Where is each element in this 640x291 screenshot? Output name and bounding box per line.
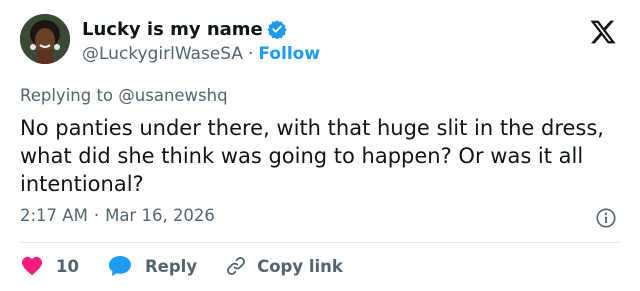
like-count: 10	[56, 256, 79, 276]
author-handle-row: @LuckygirlWaseSA · Follow	[82, 43, 320, 65]
reply-prefix: Replying to	[20, 86, 114, 105]
reply-button[interactable]: Reply	[107, 254, 225, 278]
action-bar: 10 Reply Copy link	[20, 253, 343, 279]
timestamp-separator: ·	[93, 206, 100, 225]
tweet-time: 2:17 AM	[20, 206, 88, 225]
reply-label: Reply	[144, 256, 198, 276]
avatar[interactable]	[20, 14, 70, 64]
follow-button[interactable]: Follow	[258, 44, 320, 64]
verified-badge-icon	[267, 20, 287, 39]
reply-bubble-icon	[108, 256, 131, 276]
author-name[interactable]: Lucky is my name	[82, 19, 263, 40]
reply-to-handle[interactable]: @usanewshq	[118, 86, 227, 105]
info-icon[interactable]	[595, 207, 617, 229]
separator-dot: ·	[248, 44, 254, 64]
author-handle[interactable]: @LuckygirlWaseSA	[82, 44, 243, 64]
tweet-date: Mar 16, 2026	[105, 206, 215, 225]
x-logo-icon[interactable]	[589, 18, 617, 46]
link-icon	[227, 257, 246, 275]
reply-context: Replying to @usanewshq	[20, 86, 228, 105]
copy-link-label: Copy link	[257, 256, 343, 276]
divider	[20, 242, 620, 243]
copy-link-button[interactable]: Copy link	[225, 255, 343, 277]
like-button[interactable]: 10	[20, 254, 107, 278]
author-name-row: Lucky is my name	[82, 17, 287, 41]
heart-icon	[22, 257, 42, 276]
tweet-text: No panties under there, with that huge s…	[20, 116, 604, 196]
tweet-timestamp[interactable]: 2:17 AM · Mar 16, 2026	[20, 206, 215, 225]
avatar-image	[20, 14, 70, 64]
